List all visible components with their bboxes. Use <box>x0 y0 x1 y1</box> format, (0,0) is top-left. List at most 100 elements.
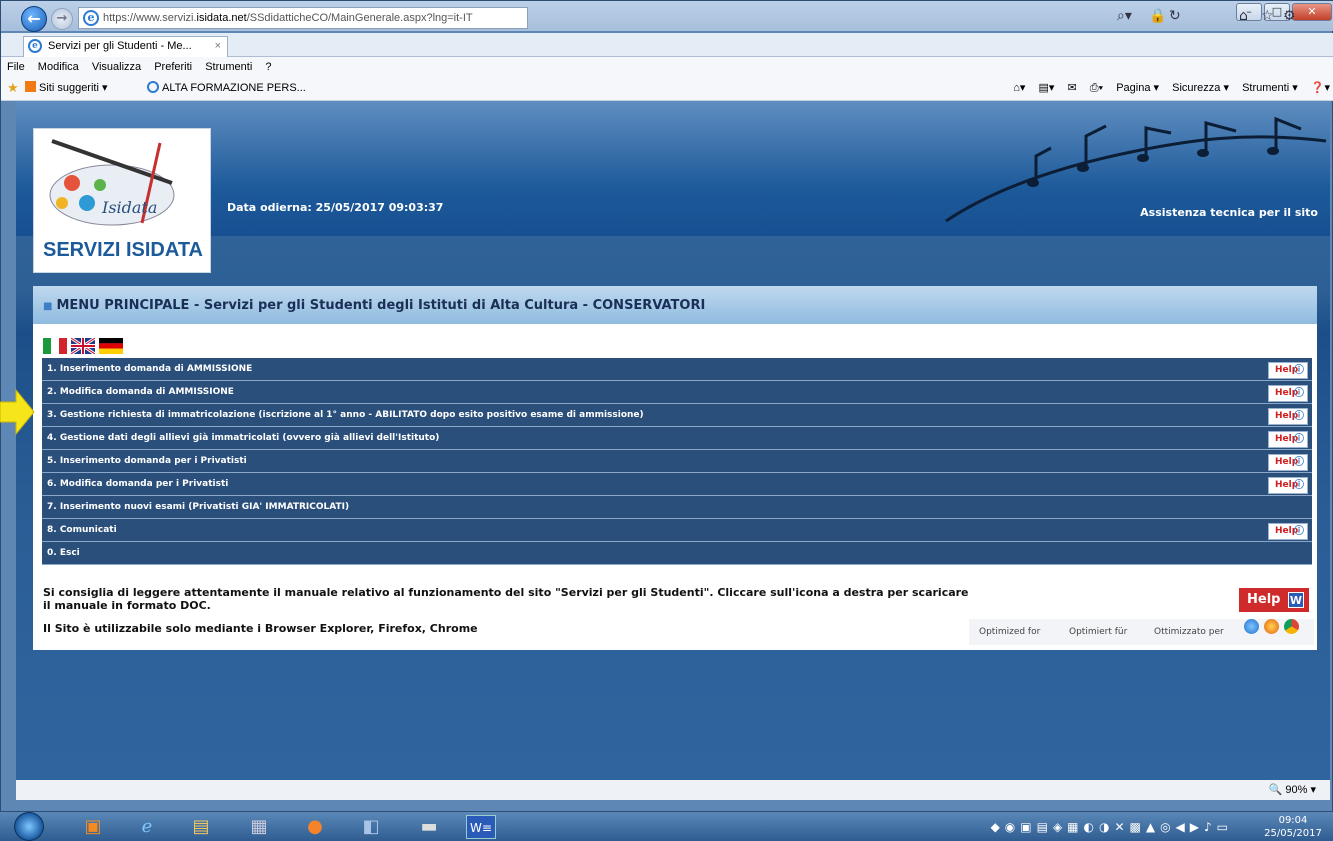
cmd-pagina[interactable]: Pagina ▾ <box>1116 82 1159 94</box>
english-flag-icon[interactable] <box>71 338 95 354</box>
menu-item-7[interactable]: 7. Inserimento nuovi esami (Privatisti G… <box>42 496 1312 519</box>
bullet-icon: ■ <box>43 301 53 312</box>
tab-close-icon[interactable]: × <box>215 37 221 56</box>
calculator-icon[interactable]: ▦ <box>244 815 274 839</box>
browser-support-note: Il Sito è utilizzabile solo mediante i B… <box>43 622 478 635</box>
favorites-star-icon[interactable]: ☆ <box>1261 8 1274 24</box>
help-button-8[interactable]: Help ⓘ <box>1268 523 1308 540</box>
ie-taskbar-icon[interactable]: e <box>132 815 162 839</box>
menu-preferiti[interactable]: Preferiti <box>154 61 192 73</box>
menu-item-4[interactable]: 4. Gestione dati degli allievi già immat… <box>42 427 1312 450</box>
help-cmd-icon[interactable]: ❓▾ <box>1311 82 1330 94</box>
zoom-level[interactable]: 🔍 90% ▾ <box>1269 783 1316 796</box>
menu-list: 1. Inserimento domanda di AMMISSIONE Help… <box>42 358 1312 565</box>
start-button[interactable] <box>14 812 44 841</box>
scanner-app-icon[interactable]: ▬ <box>414 815 444 839</box>
home-icon[interactable]: ⌂ <box>1239 8 1248 24</box>
help-button-2[interactable]: Help ⓘ <box>1268 385 1308 402</box>
ie-page-icon: e <box>83 10 99 26</box>
menu-item-2[interactable]: 2. Modifica domanda di AMMISSIONE Help ⓘ <box>42 381 1312 404</box>
tab-title: Servizi per gli Studenti - Me... <box>48 40 192 52</box>
logo-brand-text: Isidata <box>101 198 157 217</box>
favorites-star-icon[interactable]: ★ <box>7 77 19 99</box>
status-bar: 🔍 90% ▾ <box>16 780 1330 800</box>
help-button-3[interactable]: Help ⓘ <box>1268 408 1308 425</box>
explorer-icon <box>1244 619 1259 634</box>
german-flag-icon[interactable] <box>99 338 123 354</box>
help-icon: ⓘ <box>1294 388 1304 399</box>
back-button[interactable]: ← <box>21 6 47 32</box>
menu-item-1[interactable]: 1. Inserimento domanda di AMMISSIONE Help… <box>42 358 1312 381</box>
main-menu-panel: ■ MENU PRINCIPALE - Servizi per gli Stude… <box>33 286 1317 650</box>
home-cmd-icon[interactable]: ⌂▾ <box>1013 82 1025 94</box>
optimized-de: Optimiert für <box>1069 627 1128 637</box>
clock[interactable]: 09:04 25/05/2017 <box>1263 814 1323 840</box>
address-bar[interactable]: e https://www.servizi.isidata.net/SSdida… <box>78 7 528 29</box>
cmd-strumenti[interactable]: Strumenti ▾ <box>1242 82 1298 94</box>
panel-title-text: MENU PRINCIPALE - Servizi per gli Studen… <box>56 298 706 313</box>
media-app-icon[interactable]: ▣ <box>78 815 108 839</box>
favorites-bar: ★ Siti suggeriti ▾ ALTA FORMAZIONE PERS.… <box>1 77 1333 101</box>
forward-button[interactable]: → <box>51 8 73 30</box>
palette-logo-art: Isidata <box>49 139 175 226</box>
feeds-icon[interactable]: ▤▾ <box>1038 82 1054 94</box>
menu-file[interactable]: File <box>7 61 25 73</box>
help-icon: ⓘ <box>1294 434 1304 445</box>
assistance-link[interactable]: Assistenza tecnica per il sito <box>1140 206 1318 219</box>
firefox-icon <box>1264 619 1279 634</box>
clock-date: 25/05/2017 <box>1264 828 1322 839</box>
url-path: /SSdidatticheCO/MainGenerale.aspx?lng=it… <box>246 12 473 24</box>
folder-icon[interactable]: ▤ <box>186 815 216 839</box>
page-content: Data odierna: 25/05/2017 09:03:37 Assist… <box>16 101 1330 780</box>
menu-item-label: 2. Modifica domanda di AMMISSIONE <box>47 387 234 397</box>
menu-item-8[interactable]: 8. Comunicati Help ⓘ <box>42 519 1312 542</box>
menu-help[interactable]: ? <box>265 61 271 73</box>
menu-strumenti[interactable]: Strumenti <box>205 61 252 73</box>
menu-item-label: 3. Gestione richiesta di immatricolazion… <box>47 410 644 420</box>
menu-item-label: 1. Inserimento domanda di AMMISSIONE <box>47 364 253 374</box>
help-icon: ⓘ <box>1294 526 1304 537</box>
menu-item-0-esci[interactable]: 0. Esci <box>42 542 1312 565</box>
print-icon[interactable]: ⎙▾ <box>1090 82 1103 94</box>
menu-item-5[interactable]: 5. Inserimento domanda per i Privatisti H… <box>42 450 1312 473</box>
help-button-4[interactable]: Help ⓘ <box>1268 431 1308 448</box>
menu-visualizza[interactable]: Visualizza <box>92 61 141 73</box>
tray-icons: ◆◉▣▤◈▦◐◑✕▩▲◎◀▶♪▭ <box>990 820 1233 834</box>
word-doc-icon: W <box>1288 592 1304 608</box>
menu-item-label: 4. Gestione dati degli allievi già immat… <box>47 433 440 443</box>
manual-download-button[interactable]: Help W <box>1239 588 1309 612</box>
logo: Isidata SERVIZI ISIDATA <box>33 128 211 273</box>
menu-item-label: 6. Modifica domanda per i Privatisti <box>47 479 229 489</box>
menu-modifica[interactable]: Modifica <box>38 61 79 73</box>
site-header: Data odierna: 25/05/2017 09:03:37 Assist… <box>16 101 1330 236</box>
fav-siti-suggeriti[interactable]: Siti suggeriti ▾ <box>25 77 108 99</box>
help-button-5[interactable]: Help ⓘ <box>1268 454 1308 471</box>
optimized-it: Ottimizzato per <box>1154 627 1224 637</box>
help-button-6[interactable]: Help ⓘ <box>1268 477 1308 494</box>
menu-item-label: 0. Esci <box>47 548 80 558</box>
gear-icon[interactable]: ⚙ <box>1283 8 1296 24</box>
search-icon[interactable]: ⌕▾ <box>1117 8 1132 24</box>
lock-icon[interactable]: 🔒 <box>1149 8 1166 24</box>
italian-flag-icon[interactable] <box>43 338 67 354</box>
help-icon: ⓘ <box>1294 365 1304 376</box>
fav-alta-formazione[interactable]: ALTA FORMAZIONE PERS... <box>147 77 306 99</box>
menu-item-6[interactable]: 6. Modifica domanda per i Privatisti Help… <box>42 473 1312 496</box>
ie-tab-icon: e <box>28 39 42 53</box>
refresh-icon[interactable]: ↻ <box>1169 8 1181 24</box>
menu-item-label: 5. Inserimento domanda per i Privatisti <box>47 456 247 466</box>
mail-icon[interactable]: ✉ <box>1067 82 1076 94</box>
address-tools: ⌕▾ 🔒 ↻ ⌂ ☆ ⚙ <box>1109 7 1333 29</box>
suggested-sites-icon <box>25 81 36 92</box>
firefox-taskbar-icon[interactable]: ● <box>300 815 330 839</box>
word-taskbar-icon[interactable]: W≡ <box>466 815 496 839</box>
big-help-label: Help <box>1247 592 1281 607</box>
panel-header: ■ MENU PRINCIPALE - Servizi per gli Stude… <box>33 286 1317 324</box>
menu-item-label: 7. Inserimento nuovi esami (Privatisti G… <box>47 502 350 512</box>
url-prefix: https://www.servizi. <box>103 12 197 24</box>
help-button-1[interactable]: Help ⓘ <box>1268 362 1308 379</box>
cmd-sicurezza[interactable]: Sicurezza ▾ <box>1172 82 1229 94</box>
menu-item-3[interactable]: 3. Gestione richiesta di immatricolazion… <box>42 404 1312 427</box>
network-app-icon[interactable]: ◧ <box>356 815 386 839</box>
tab-active[interactable]: e Servizi per gli Studenti - Me... × <box>23 36 228 57</box>
